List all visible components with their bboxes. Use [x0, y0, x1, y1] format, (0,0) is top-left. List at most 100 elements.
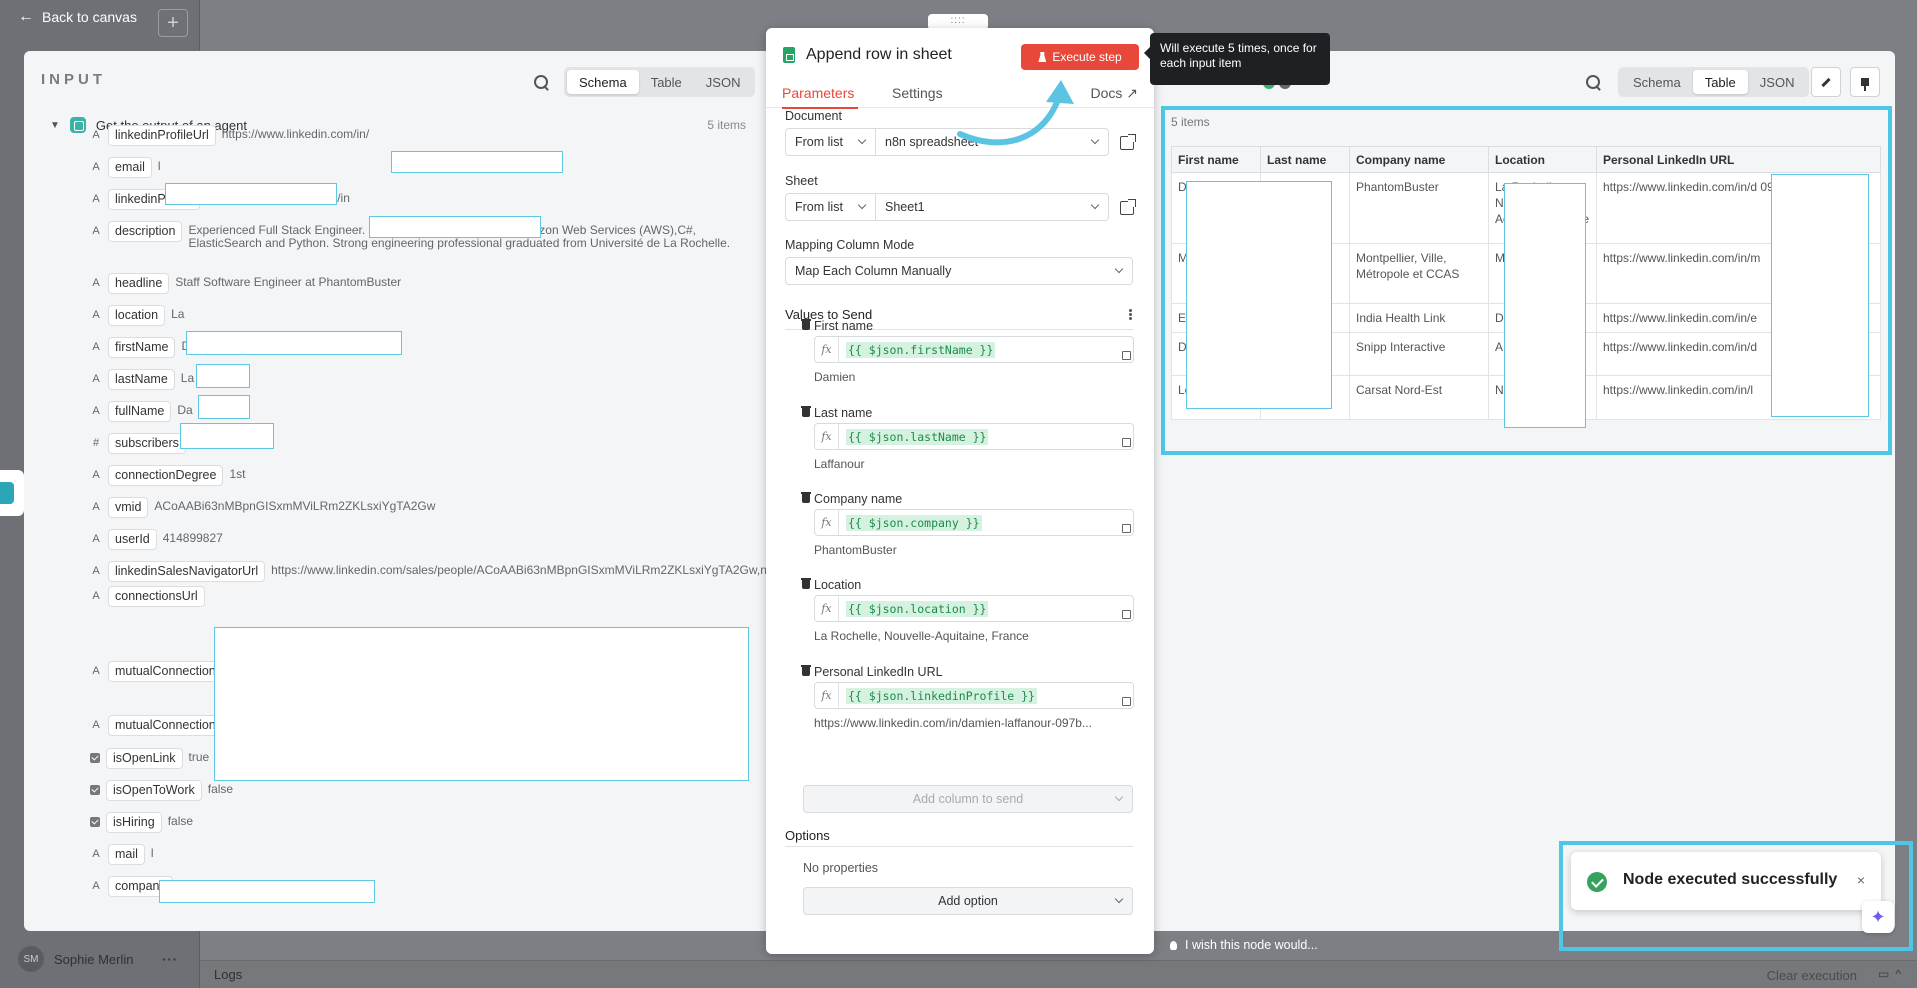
value-label: Company name [814, 492, 903, 506]
output-tab-schema[interactable]: Schema [1621, 70, 1693, 94]
expression-input[interactable]: fx {{ $json.lastName }} [814, 423, 1134, 450]
logs-bar[interactable]: Logs Clear execution ▭^ [200, 960, 1917, 988]
logs-panel-icons[interactable]: ▭^ [1878, 967, 1907, 981]
schema-field[interactable]: AfullName Da [90, 401, 193, 422]
edit-output-button[interactable] [1811, 67, 1841, 97]
trash-icon[interactable] [801, 665, 811, 676]
input-tab-json[interactable]: JSON [694, 70, 753, 94]
tab-parameters[interactable]: Parameters [782, 85, 854, 101]
field-name[interactable]: isHiring [106, 812, 162, 833]
value-label: Personal LinkedIn URL [814, 665, 943, 679]
input-tab-table[interactable]: Table [639, 70, 694, 94]
field-name[interactable]: connectionsUrl [108, 586, 205, 607]
schema-field[interactable]: Avmid ACoAABi63nMBpnGISxmMViLRm2ZKLsxiYgT… [90, 497, 435, 518]
mapping-mode-select[interactable]: Map Each Column Manually [785, 257, 1133, 285]
redaction-box [369, 216, 541, 238]
schema-field[interactable]: AlinkedinSalesNavigatorUrl https://www.li… [90, 561, 766, 582]
trash-icon[interactable] [801, 578, 811, 589]
tab-docs[interactable]: Docs ↗ [1090, 85, 1138, 102]
docs-label: Docs [1090, 85, 1123, 101]
more-icon[interactable]: ··· [162, 952, 178, 967]
open-external-icon[interactable] [1120, 134, 1136, 150]
field-name[interactable]: mutualConnection [108, 715, 223, 736]
field-name[interactable]: location [108, 305, 166, 326]
close-icon[interactable]: × [1857, 872, 1865, 888]
search-icon[interactable] [534, 75, 550, 91]
field-name[interactable]: fullName [108, 401, 172, 422]
schema-field[interactable]: AlinkedinProfileUrl https://www.linkedin.… [90, 125, 369, 146]
trash-icon[interactable] [801, 492, 811, 503]
trash-icon[interactable] [801, 406, 811, 417]
input-view-toggle[interactable]: Schema Table JSON [564, 67, 756, 97]
sheet-value-select[interactable]: Sheet1 [876, 194, 1108, 220]
expand-icon[interactable] [1122, 351, 1131, 360]
add-column-label: Add column to send [912, 792, 1024, 806]
field-name[interactable]: connectionDegree [108, 465, 224, 486]
field-name[interactable]: headline [108, 273, 170, 294]
sheet-mode-select[interactable]: From list [786, 194, 876, 220]
expression-input[interactable]: fx {{ $json.location }} [814, 595, 1134, 622]
tab-settings[interactable]: Settings [892, 85, 943, 101]
execute-step-button[interactable]: Execute step [1021, 44, 1139, 70]
feedback-link[interactable]: I wish this node would... [1170, 938, 1318, 952]
document-mode-select[interactable]: From list [786, 129, 876, 155]
chevron-down-icon[interactable]: ▼ [50, 120, 60, 131]
output-tab-table[interactable]: Table [1692, 70, 1748, 94]
output-tab-json[interactable]: JSON [1748, 70, 1807, 94]
expression-input[interactable]: fx {{ $json.linkedinProfile }} [814, 682, 1134, 709]
schema-field[interactable]: isHiring false [90, 812, 193, 833]
schema-field[interactable]: Amail l [90, 844, 154, 865]
expand-icon[interactable] [1122, 438, 1131, 447]
schema-field[interactable]: AconnectionDegree 1st [90, 465, 245, 486]
field-name[interactable]: mail [108, 844, 145, 865]
field-name[interactable]: subscribers [108, 433, 186, 454]
field-name[interactable]: mutualConnection [108, 661, 223, 682]
expand-icon[interactable] [1122, 610, 1131, 619]
sheet-select[interactable]: From list Sheet1 [785, 193, 1109, 221]
field-name[interactable]: firstName [108, 337, 176, 358]
schema-field[interactable]: isOpenToWork false [90, 780, 233, 801]
schema-field[interactable]: isOpenLink true [90, 748, 209, 769]
input-tab-schema[interactable]: Schema [567, 70, 639, 94]
expand-icon[interactable] [1122, 697, 1131, 706]
schema-field[interactable]: Aheadline Staff Software Engineer at Phan… [90, 273, 401, 294]
schema-field[interactable]: AfirstNameD [90, 337, 190, 358]
field-name[interactable]: email [108, 157, 152, 178]
schema-field[interactable]: AmutualConnection [90, 661, 229, 682]
schema-field[interactable]: AlastName La [90, 369, 194, 390]
schema-field[interactable]: AmutualConnection [90, 715, 229, 736]
add-button[interactable]: + [158, 9, 188, 37]
field-name[interactable]: isOpenLink [106, 748, 183, 769]
mapping-mode-value-box[interactable]: Map Each Column Manually [786, 258, 1132, 284]
open-external-icon[interactable] [1120, 199, 1136, 215]
add-option-button[interactable]: Add option [803, 887, 1133, 915]
more-options-icon[interactable] [1129, 313, 1132, 316]
schema-field[interactable]: Alocation La [90, 305, 184, 326]
expand-icon[interactable] [1122, 524, 1131, 533]
search-icon[interactable] [1586, 75, 1602, 91]
output-view-toggle[interactable]: Schema Table JSON [1618, 67, 1810, 97]
field-name[interactable]: isOpenToWork [106, 780, 202, 801]
node-title[interactable]: Append row in sheet [806, 46, 952, 64]
expression-input[interactable]: fx {{ $json.company }} [814, 509, 1134, 536]
schema-field[interactable]: AconnectionsUrl [90, 586, 211, 607]
ai-assistant-button[interactable]: ✦ [1862, 901, 1894, 933]
field-value: 1st [229, 467, 246, 481]
pin-output-button[interactable] [1850, 67, 1880, 97]
expression-input[interactable]: fx {{ $json.firstName }} [814, 336, 1134, 363]
field-name[interactable]: userId [108, 529, 157, 550]
clear-execution-button[interactable]: Clear execution [1767, 968, 1857, 983]
add-column-button[interactable]: Add column to send [803, 785, 1133, 813]
schema-field[interactable]: Aemail l [90, 157, 161, 178]
field-name[interactable]: description [108, 221, 183, 242]
type-icon: A [92, 129, 100, 141]
field-name[interactable]: vmid [108, 497, 149, 518]
field-name[interactable]: lastName [108, 369, 175, 390]
type-icon: A [92, 719, 100, 731]
user-bar[interactable]: SM Sophie Merlin ··· [0, 937, 200, 981]
field-name[interactable]: linkedinProfileUrl [108, 125, 216, 146]
back-to-canvas-button[interactable]: ← Back to canvas [18, 8, 137, 26]
trash-icon[interactable] [801, 319, 811, 330]
schema-field[interactable]: AuserId 414899827 [90, 529, 223, 550]
field-name[interactable]: linkedinSalesNavigatorUrl [108, 561, 266, 582]
